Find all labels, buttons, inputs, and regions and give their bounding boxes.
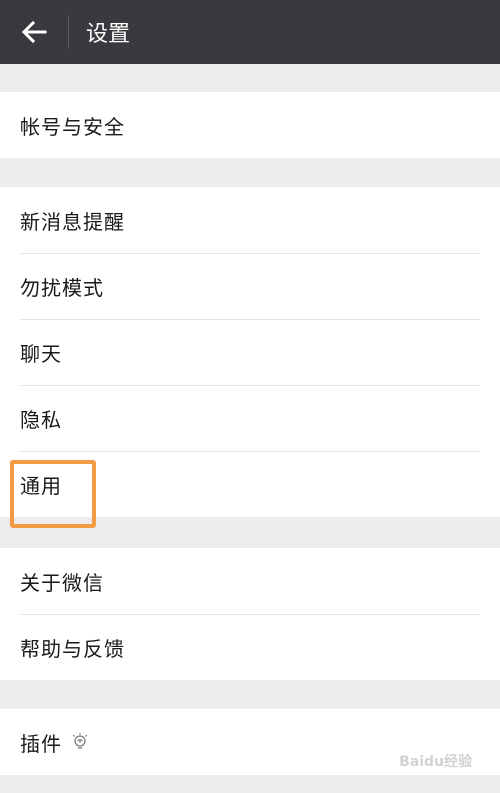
settings-item-label: 聊天 — [20, 341, 62, 366]
settings-item-privacy[interactable]: 隐私 — [0, 385, 500, 451]
settings-item-chat[interactable]: 聊天 — [0, 319, 500, 385]
about-section: 关于微信 帮助与反馈 — [0, 548, 500, 680]
highlight-box — [10, 460, 96, 528]
settings-item-label: 关于微信 — [20, 570, 104, 595]
arrow-left-icon — [21, 21, 47, 43]
settings-item-help-feedback[interactable]: 帮助与反馈 — [0, 614, 500, 680]
settings-item-label: 插件 — [20, 731, 62, 756]
page-title: 设置 — [86, 22, 131, 47]
settings-item-label: 勿扰模式 — [20, 275, 104, 300]
settings-item-new-message-alerts[interactable]: 新消息提醒 — [0, 187, 500, 253]
header-divider — [68, 15, 69, 49]
settings-item-label: 隐私 — [20, 407, 62, 432]
settings-item-label: 帐号与安全 — [20, 114, 125, 139]
settings-item-label: 新消息提醒 — [20, 209, 125, 234]
settings-item-label: 帮助与反馈 — [20, 636, 125, 661]
back-button[interactable] — [0, 0, 68, 64]
account-section: 帐号与安全 — [0, 92, 500, 158]
watermark: Baidu经验 — [399, 754, 472, 770]
settings-item-account-security[interactable]: 帐号与安全 — [0, 92, 500, 158]
title-bar: 设置 — [0, 0, 500, 64]
bulb-icon — [72, 733, 88, 751]
settings-item-do-not-disturb[interactable]: 勿扰模式 — [0, 253, 500, 319]
settings-item-about[interactable]: 关于微信 — [0, 548, 500, 614]
